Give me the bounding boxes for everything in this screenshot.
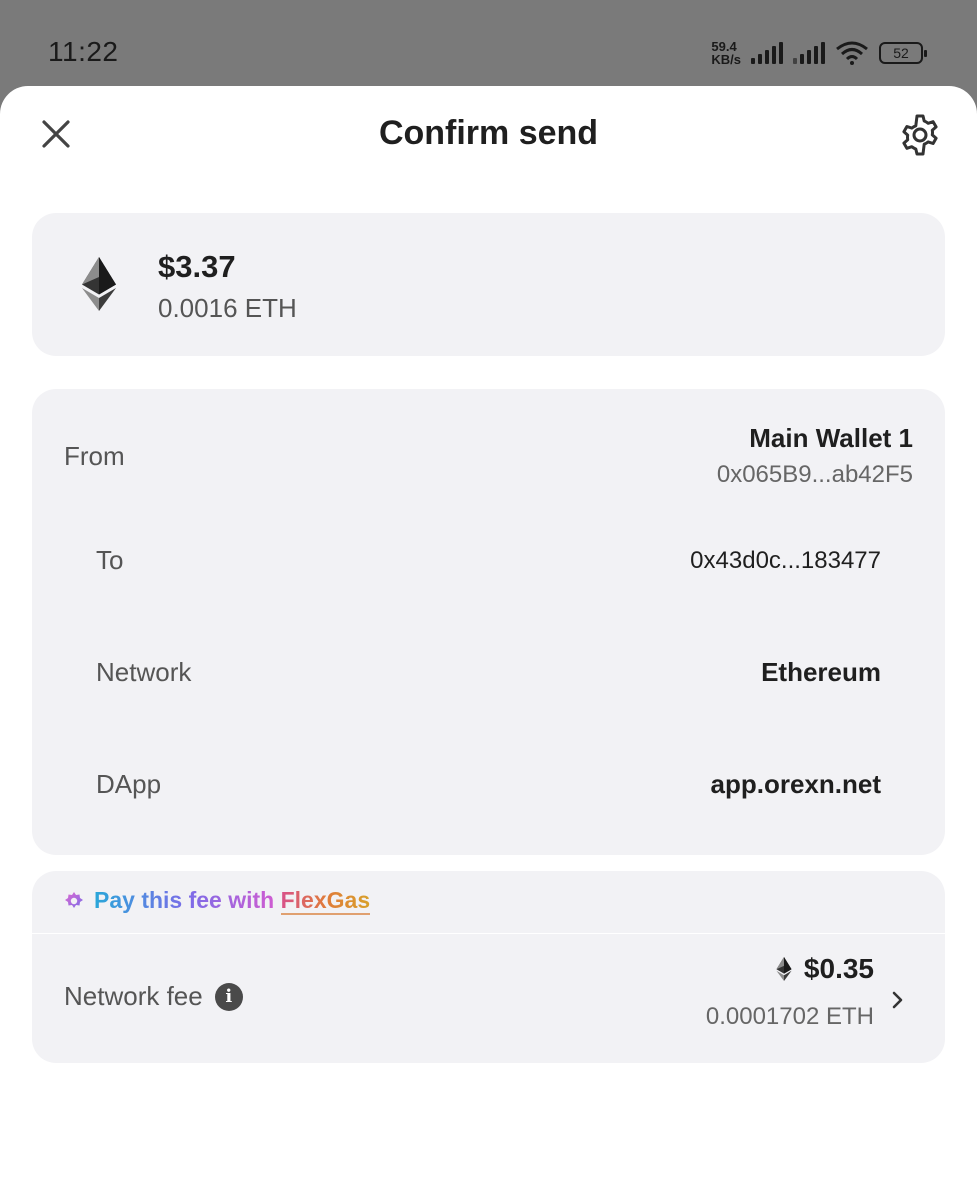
battery-level: 52 [893,45,909,61]
chevron-right-icon[interactable] [889,989,907,1011]
network-label: Network [96,657,192,687]
details-card: From Main Wallet 1 0x065B9...ab42F5 To 0… [32,389,945,855]
from-address[interactable]: 0x065B9...ab42F5 [717,461,913,489]
network-fee-label: Network fee [64,981,203,1011]
network-value: Ethereum [761,657,881,687]
fee-usd: $0.35 [803,953,874,984]
from-label: From [64,441,125,471]
ethereum-icon [82,257,116,311]
to-address[interactable]: 0x43d0c...183477 [690,547,881,575]
network-fee-label-group: Network fee i [64,981,243,1012]
flexgas-icon [65,891,83,908]
confirm-send-sheet: Confirm send $3.37 0.0016 ETH From Main … [0,86,977,1200]
status-icons: 59.4 KB/s 52 [711,40,927,66]
fee-eth: 0.0001702 ETH [705,1003,874,1030]
wifi-icon [836,41,868,65]
ethereum-icon [776,957,792,981]
fee-usd-group[interactable]: $0.35 [776,953,874,985]
status-time: 11:22 [48,36,119,67]
page-title: Confirm send [378,114,599,152]
sheet-header: Confirm send [0,86,977,186]
network-fee-card: Pay this fee with FlexGas Network fee i … [32,871,945,1063]
battery-icon: 52 [879,42,927,64]
from-wallet-name: Main Wallet 1 [749,423,913,453]
flexgas-link[interactable]: FlexGas [280,887,371,915]
dapp-label: DApp [96,769,162,799]
amount-usd: $3.37 [158,249,236,284]
flexgas-banner[interactable]: Pay this fee with FlexGas [64,887,371,915]
amount-eth: 0.0016 ETH [158,293,297,323]
divider [32,933,945,934]
info-icon[interactable]: i [214,982,243,1011]
dapp-value: app.orexn.net [710,769,881,799]
signal-icon [793,42,825,64]
to-label: To [96,545,124,575]
net-speed: 59.4 KB/s [711,40,741,66]
status-bar: 11:22 59.4 KB/s 52 [0,0,977,86]
signal-icon [751,42,783,64]
gear-icon[interactable] [897,112,943,158]
amount-card: $3.37 0.0016 ETH [32,213,945,356]
flexgas-prefix: Pay this fee with [94,887,281,913]
net-speed-unit: KB/s [711,52,741,67]
